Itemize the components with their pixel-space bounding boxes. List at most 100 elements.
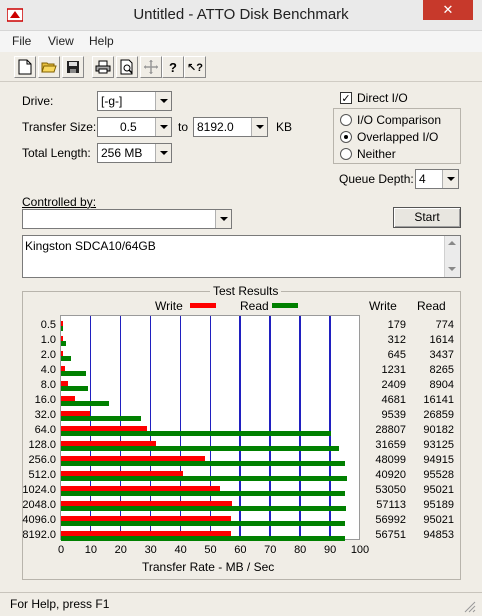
- x-tick-label: 50: [204, 544, 217, 556]
- menu-file[interactable]: File: [12, 34, 31, 48]
- write-value: 4681: [381, 393, 406, 406]
- to-label: to: [178, 120, 189, 134]
- row-label: 256.0: [28, 453, 56, 466]
- read-bar: [61, 415, 142, 421]
- read-value: 26859: [423, 408, 454, 421]
- read-bar: [61, 400, 110, 406]
- row-label: 0.5: [40, 318, 56, 331]
- x-tick-label: 100: [350, 544, 370, 556]
- write-column-header: Write: [369, 299, 397, 313]
- row-label: 32.0: [34, 408, 56, 421]
- row-label: 128.0: [28, 438, 56, 451]
- read-value: 90182: [423, 423, 454, 436]
- legend-read-swatch: [272, 303, 298, 308]
- queue-depth-value: 4: [419, 172, 426, 186]
- context-help-icon: ↖?: [187, 61, 203, 74]
- description-textarea[interactable]: Kingston SDCA10/64GB: [22, 235, 461, 278]
- scroll-down-icon[interactable]: [448, 267, 456, 271]
- start-button[interactable]: Start: [393, 207, 461, 228]
- x-tick-label: 40: [174, 544, 187, 556]
- read-value: 8904: [429, 378, 454, 391]
- menu-bar: File View Help: [0, 31, 482, 52]
- read-bar: [61, 490, 346, 496]
- scroll-up-icon[interactable]: [448, 241, 456, 245]
- row-label: 4.0: [40, 363, 56, 376]
- chevron-down-icon: [442, 170, 458, 188]
- write-value: 645: [387, 348, 406, 361]
- read-bar: [61, 325, 64, 331]
- read-bar: [61, 535, 345, 541]
- queue-depth-label: Queue Depth:: [339, 172, 414, 186]
- io-comparison-label: I/O Comparison: [357, 113, 442, 127]
- close-button[interactable]: ✕: [423, 0, 473, 20]
- chevron-down-icon: [155, 92, 171, 110]
- drive-label: Drive:: [22, 94, 54, 108]
- read-value: 93125: [423, 438, 454, 451]
- read-bar: [61, 355, 72, 361]
- queue-depth-select[interactable]: 4: [415, 169, 459, 189]
- transfer-size-from-value: 0.5: [120, 120, 137, 134]
- row-label: 1.0: [40, 333, 56, 346]
- print-button[interactable]: [92, 56, 114, 78]
- help-icon: ?: [169, 59, 177, 75]
- controlled-by-label: Controlled by:: [22, 195, 97, 209]
- drive-select[interactable]: [-g-]: [97, 91, 172, 111]
- total-length-select[interactable]: 256 MB: [97, 143, 172, 163]
- open-button[interactable]: [38, 56, 60, 78]
- description-scrollbar[interactable]: [444, 236, 460, 277]
- chevron-down-icon: [155, 144, 171, 162]
- drive-value: [-g-]: [101, 94, 123, 108]
- read-value: 95528: [423, 468, 454, 481]
- context-help-button[interactable]: ↖?: [184, 56, 206, 78]
- open-folder-icon: [41, 62, 57, 73]
- new-file-icon: [18, 59, 32, 75]
- neither-radio[interactable]: [340, 148, 352, 160]
- read-value: 94915: [423, 453, 454, 466]
- help-button[interactable]: ?: [162, 56, 184, 78]
- write-value: 40920: [375, 468, 406, 481]
- total-length-value: 256 MB: [101, 146, 143, 160]
- read-bar: [61, 370, 86, 376]
- new-button[interactable]: [14, 56, 36, 78]
- legend-write-label: Write: [155, 299, 183, 313]
- write-value: 9539: [381, 408, 406, 421]
- chevron-down-icon: [215, 210, 231, 228]
- menu-help[interactable]: Help: [89, 34, 114, 48]
- chart-title: Test Results: [210, 284, 282, 298]
- write-value: 56751: [375, 528, 406, 541]
- transfer-size-to-select[interactable]: 8192.0: [193, 117, 268, 137]
- x-tick-label: 20: [114, 544, 127, 556]
- direct-io-checkbox[interactable]: ✓: [340, 92, 352, 105]
- x-tick-label: 90: [323, 544, 337, 556]
- read-bar: [61, 520, 346, 526]
- read-value: 774: [435, 318, 454, 331]
- io-comparison-radio[interactable]: [340, 114, 352, 126]
- description-text: Kingston SDCA10/64GB: [25, 239, 156, 253]
- save-button[interactable]: [62, 56, 84, 78]
- read-value: 95021: [423, 483, 454, 496]
- x-tick-label: 80: [294, 544, 307, 556]
- write-value: 28807: [375, 423, 406, 436]
- transfer-size-from-select[interactable]: 0.5: [97, 117, 172, 137]
- neither-label: Neither: [357, 147, 396, 161]
- overlapped-io-radio[interactable]: [340, 131, 352, 143]
- legend-write-swatch: [190, 303, 216, 308]
- x-axis-label: Transfer Rate - MB / Sec: [142, 560, 275, 574]
- controlled-by-select[interactable]: [22, 209, 232, 229]
- read-bar: [61, 445, 340, 451]
- move-icon: [144, 60, 158, 74]
- menu-view[interactable]: View: [48, 34, 74, 48]
- read-value: 3437: [429, 348, 454, 361]
- write-value: 312: [387, 333, 406, 346]
- status-text: For Help, press F1: [10, 597, 110, 611]
- x-tick-label: 60: [234, 544, 247, 556]
- write-value: 31659: [375, 438, 406, 451]
- print-preview-button[interactable]: [116, 56, 138, 78]
- resize-grip-icon[interactable]: [464, 601, 476, 613]
- read-value: 95189: [423, 498, 454, 511]
- read-bar: [61, 505, 346, 511]
- move-button[interactable]: [140, 56, 162, 78]
- write-value: 179: [387, 318, 406, 331]
- total-length-label: Total Length:: [22, 146, 91, 160]
- print-icon: [95, 60, 111, 74]
